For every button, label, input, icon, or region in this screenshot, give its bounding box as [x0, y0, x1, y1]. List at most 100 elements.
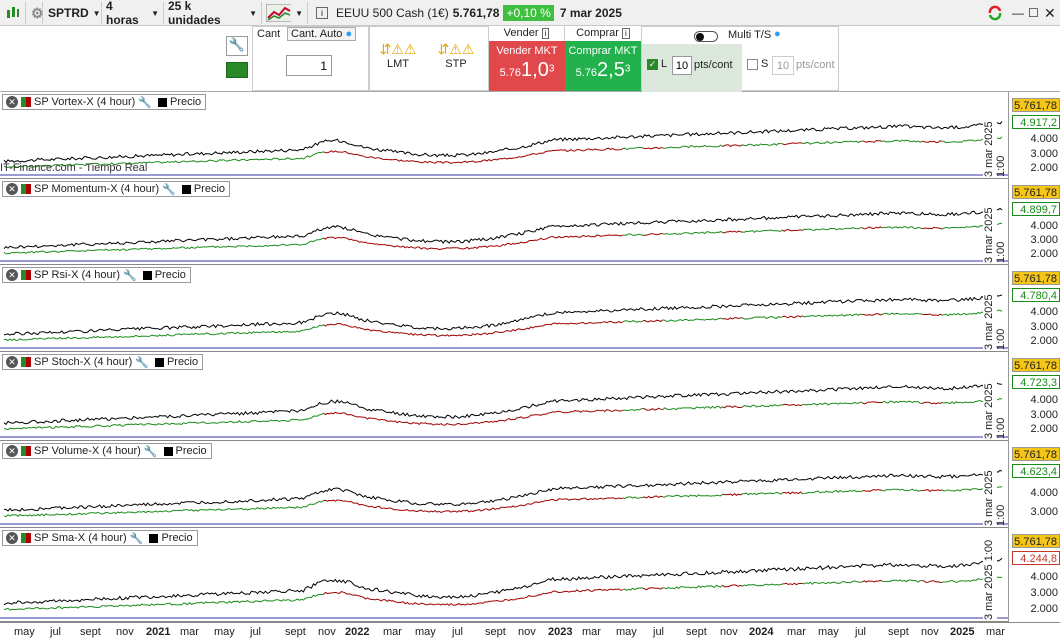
last-price-tag: 5.761,78	[1012, 534, 1060, 548]
close-pane-icon[interactable]: ✕	[6, 445, 18, 457]
buy-info-icon[interactable]: i	[622, 28, 630, 39]
buy-market-button[interactable]: Comprar i Comprar MKT 5.762,53	[565, 26, 641, 91]
wrench-icon[interactable]: 🔧	[226, 36, 248, 56]
info-icon[interactable]: i	[316, 7, 328, 19]
indicator-line	[303, 412, 324, 421]
close-pane-icon[interactable]: ✕	[6, 96, 18, 108]
settings-icon[interactable]: 🔧	[144, 445, 158, 458]
settings-icon[interactable]: 🔧	[138, 96, 152, 109]
indicator-line	[582, 234, 603, 238]
chart-pane[interactable]: ✕ SP Stoch-X (4 hour) 🔧 Precio 3 mar 2025 1:…	[0, 352, 1060, 441]
indicator-name[interactable]: SP Rsi-X (4 hour)	[34, 269, 120, 281]
close-pane-icon[interactable]: ✕	[6, 269, 18, 281]
options-icon[interactable]: ⚙	[27, 2, 44, 24]
price-axis[interactable]: 5.0004.0003.0002.0005.761,784.244,8	[1008, 528, 1060, 622]
time-axis-label: 2025	[950, 626, 975, 638]
indicator-line	[742, 404, 763, 408]
price-axis[interactable]: 5.0004.0003.0002.0005.761,784.780,4	[1008, 265, 1060, 352]
maximize-icon[interactable]: ☐	[1024, 2, 1040, 24]
symbol-select[interactable]: SPTRD ▼	[44, 2, 102, 24]
time-axis-label: mar	[986, 626, 1005, 638]
indicator-name[interactable]: SP Vortex-X (4 hour)	[34, 96, 135, 108]
indicator-line	[143, 510, 164, 514]
multi-ts-help-icon[interactable]: ●	[774, 28, 781, 40]
chart-pane[interactable]: ✕ SP Volume-X (4 hour) 🔧 Precio 3 mar 2025 1…	[0, 441, 1060, 528]
chart-pane[interactable]: ✕ SP Vortex-X (4 hour) 🔧 Precio IT-Finance.c…	[0, 92, 1060, 179]
close-pane-icon[interactable]: ✕	[6, 183, 18, 195]
s-points-input[interactable]	[772, 56, 794, 75]
time-axis-label: may	[14, 626, 35, 638]
price-axis[interactable]: 5.0004.0003.0002.0005.761,784.899,7	[1008, 179, 1060, 265]
chart-pane[interactable]: ✕ SP Momentum-X (4 hour) 🔧 Precio 3 mar 2025…	[0, 179, 1060, 265]
indicator-line	[941, 489, 963, 492]
price-name[interactable]: Precio	[194, 183, 229, 195]
sell-market-button[interactable]: Vender i Vender MKT 5.761,03	[489, 26, 565, 91]
price-axis[interactable]: 5.0004.0003.0002.0005.761,784.723,3	[1008, 352, 1060, 441]
indicator-line	[243, 507, 264, 511]
indicator-line	[243, 244, 264, 248]
indicator-line	[742, 229, 763, 233]
price-name[interactable]: Precio	[170, 96, 205, 108]
indicator-line	[402, 245, 424, 250]
qty-input[interactable]	[286, 55, 332, 76]
indicator-line	[802, 228, 823, 232]
indicator-line	[3, 338, 25, 342]
time-axis-label: mar	[582, 626, 601, 638]
indicator-line	[323, 150, 344, 154]
close-pane-icon[interactable]: ✕	[6, 532, 18, 544]
indicator-name[interactable]: SP Momentum-X (4 hour)	[34, 183, 159, 195]
l-unit: pts/cont	[694, 59, 733, 71]
close-icon[interactable]: ✕	[1040, 2, 1058, 24]
indicator-value-tag: 4.723,3	[1012, 375, 1060, 389]
price-name[interactable]: Precio	[155, 269, 190, 281]
indicator-line	[862, 226, 883, 230]
settings-icon[interactable]: 🔧	[162, 183, 176, 196]
indicator-line	[842, 580, 863, 584]
chart-pane[interactable]: ✕ SP Sma-X (4 hour) 🔧 Precio 3 mar 2025 1:00…	[0, 528, 1060, 622]
settings-icon[interactable]: 🔧	[135, 356, 149, 369]
qty-auto-button[interactable]: Cant. Auto ●	[287, 27, 357, 41]
lmt-button[interactable]: ⇵⚠⚠ LMT	[374, 41, 422, 87]
close-pane-icon[interactable]: ✕	[6, 356, 18, 368]
price-name[interactable]: Precio	[176, 445, 211, 457]
settings-icon[interactable]: 🔧	[123, 269, 137, 282]
sell-info-icon[interactable]: i	[541, 28, 550, 39]
l-points-input[interactable]	[672, 56, 692, 75]
indicator-line	[502, 241, 524, 246]
timeframe-select[interactable]: 4 horas ▼	[102, 0, 164, 27]
indicator-line	[842, 489, 863, 493]
price-axis[interactable]: 5.0004.0003.0005.761,784.623,4	[1008, 441, 1060, 528]
indicator-line	[463, 333, 484, 337]
keyboard-icon[interactable]	[226, 62, 248, 78]
indicator-line	[402, 601, 424, 606]
s-checkbox[interactable]	[747, 59, 758, 70]
price-name[interactable]: Precio	[167, 356, 202, 368]
units-select[interactable]: 25 k unidades ▼	[164, 0, 262, 27]
multi-ts-label: Multi T/S	[728, 29, 772, 41]
multi-ts-toggle[interactable]	[694, 31, 718, 42]
indicator-line	[343, 150, 364, 157]
chart-pane[interactable]: ✕ SP Rsi-X (4 hour) 🔧 Precio 3 mar 2025 1:00…	[0, 265, 1060, 352]
chart-type-icon[interactable]	[2, 2, 26, 24]
chart-style-select[interactable]: ▼	[262, 2, 308, 24]
settings-icon[interactable]: 🔧	[130, 532, 144, 545]
l-checkbox[interactable]: ✓	[647, 59, 658, 70]
refresh-icon[interactable]	[982, 2, 1006, 24]
indicator-name[interactable]: SP Sma-X (4 hour)	[34, 532, 127, 544]
indicator-line	[582, 497, 604, 501]
minimize-icon[interactable]: —	[1008, 2, 1024, 24]
indicator-line	[942, 401, 963, 405]
indicator-line	[442, 334, 464, 337]
stp-button[interactable]: ⇵⚠⚠ STP	[432, 41, 480, 87]
time-axis-label: mar	[787, 626, 806, 638]
indicator-line	[882, 579, 903, 583]
indicator-line	[901, 488, 923, 492]
indicator-line	[942, 140, 963, 144]
indicator-name[interactable]: SP Volume-X (4 hour)	[34, 445, 141, 457]
price-line	[3, 207, 1003, 249]
price-name[interactable]: Precio	[161, 532, 196, 544]
indicator-line	[662, 232, 683, 235]
indicator-name[interactable]: SP Stoch-X (4 hour)	[34, 356, 132, 368]
indicator-line	[722, 405, 743, 409]
price-axis[interactable]: 5.0004.0003.0002.0005.761,784.917,2	[1008, 92, 1060, 179]
